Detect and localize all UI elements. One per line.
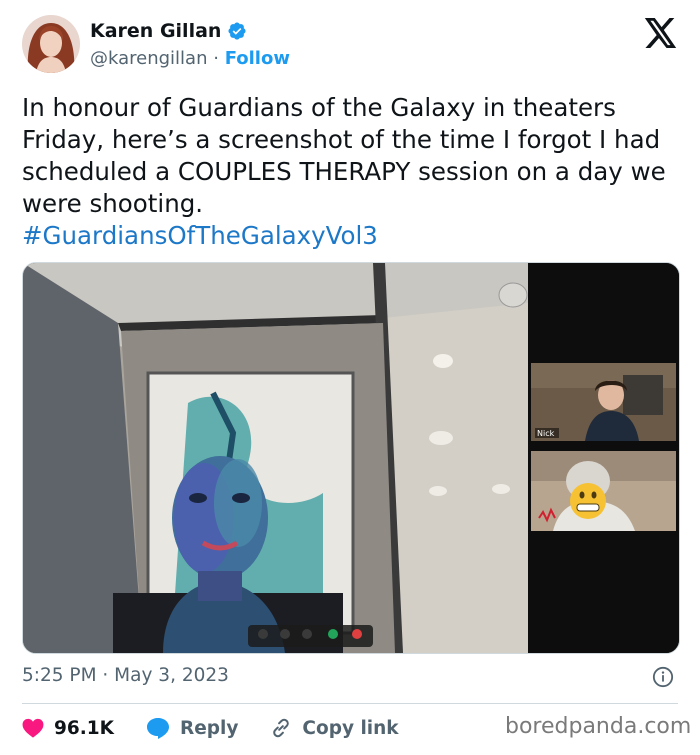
watermark: boredpanda.com xyxy=(505,714,692,739)
tweet-card: Karen Gillan @karengillan · Follow In ho… xyxy=(0,0,700,755)
copy-link-button[interactable]: Copy link xyxy=(270,717,399,739)
tweet-timestamp[interactable]: 5:25 PM · May 3, 2023 xyxy=(22,665,229,686)
tweet-media-image[interactable]: Nick xyxy=(22,262,680,654)
display-name[interactable]: Karen Gillan xyxy=(90,20,221,42)
tweet-text-block: In honour of Guardians of the Galaxy in … xyxy=(22,92,682,252)
avatar[interactable] xyxy=(22,15,80,73)
handle[interactable]: @karengillan xyxy=(90,48,208,69)
reply-bubble-icon xyxy=(146,718,169,739)
handle-row: @karengillan · Follow xyxy=(90,48,290,69)
reply-button[interactable]: Reply xyxy=(146,717,238,739)
copy-link-label: Copy link xyxy=(302,717,399,739)
separator: · xyxy=(213,48,219,69)
reply-label: Reply xyxy=(179,717,239,739)
like-count: 96.1K xyxy=(54,717,114,739)
like-button[interactable]: 96.1K xyxy=(22,718,114,739)
video-call-screenshot: Nick xyxy=(23,263,679,653)
tweet-actions: 96.1K Reply Copy link xyxy=(22,714,399,742)
participant-name-tag: Nick xyxy=(537,429,555,438)
x-logo-icon[interactable] xyxy=(644,18,678,48)
heart-icon xyxy=(22,718,44,738)
author-name-row: Karen Gillan xyxy=(90,20,247,42)
verified-badge-icon xyxy=(228,22,246,40)
hashtag-link[interactable]: #GuardiansOfTheGalaxyVol3 xyxy=(22,220,682,252)
divider xyxy=(22,703,678,704)
info-icon[interactable] xyxy=(652,666,674,688)
tweet-text: In honour of Guardians of the Galaxy in … xyxy=(22,93,666,218)
link-icon xyxy=(273,718,290,738)
follow-button[interactable]: Follow xyxy=(225,48,290,69)
